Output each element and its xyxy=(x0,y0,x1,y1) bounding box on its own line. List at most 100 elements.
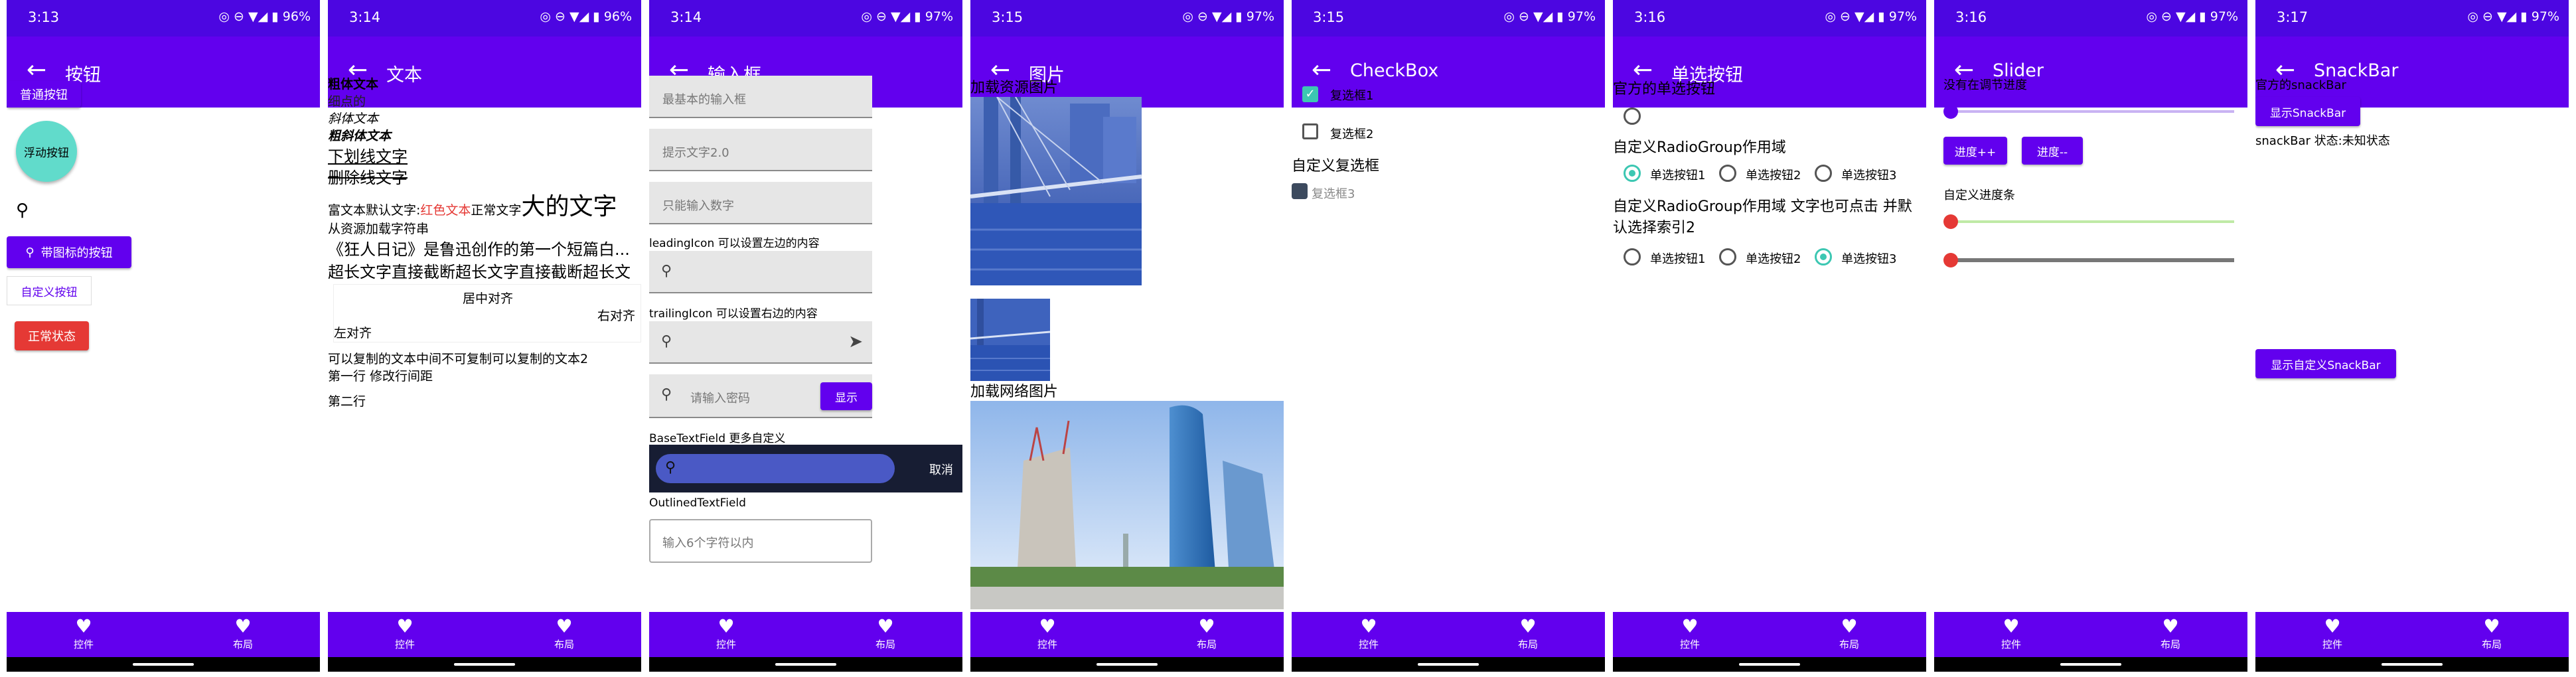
checkbox-2-label: 复选框2 xyxy=(1330,127,1374,141)
slider-status-text: 没有在调节进度 xyxy=(1943,78,2027,92)
bottom-nav: ♥ 控件 ♥ 布局 xyxy=(2255,612,2569,657)
back-arrow-icon[interactable]: ← xyxy=(27,56,46,84)
normal-button[interactable]: 普通按钮 xyxy=(7,81,81,108)
nav-layout[interactable]: ♥ 布局 xyxy=(2144,616,2197,651)
custom-slider-2-track[interactable] xyxy=(1950,258,2234,262)
number-input[interactable]: 只能输入数字 xyxy=(649,182,872,224)
status-bar: 3:14 ◎ ⊖ ▼◢ ▮ 96% xyxy=(328,0,641,37)
gesture-bar xyxy=(970,657,1284,672)
back-arrow-icon[interactable]: ← xyxy=(1312,56,1331,84)
status-time: 3:14 xyxy=(670,9,702,25)
left-text: 左对齐 xyxy=(334,326,372,340)
password-input[interactable]: ⚲ 请输入密码 显示 xyxy=(649,374,872,418)
status-bar: 3:16 ◎ ⊖ ▼◢ ▮ 97% xyxy=(1934,0,2247,37)
home-indicator[interactable] xyxy=(2382,663,2443,666)
nav-layout[interactable]: ♥ 布局 xyxy=(1823,616,1876,651)
icon-button-label: 带图标的按钮 xyxy=(40,246,113,260)
home-indicator[interactable] xyxy=(1097,663,1158,666)
slider-thumb[interactable] xyxy=(1943,104,1958,119)
gesture-bar xyxy=(328,657,641,672)
group1-radio-2[interactable] xyxy=(1719,165,1736,182)
status-time: 3:15 xyxy=(1313,9,1345,25)
screen-buttons: 3:13 ◎ ⊖ ▼◢ ▮ 96% ← 按钮 普通按钮 浮动按钮 ⚲ ⚲ 带图标的按钮… xyxy=(7,0,320,672)
status-battery: ◎ ⊖ ▼◢ ▮ 97% xyxy=(861,9,953,24)
progress-minus-button[interactable]: 进度-- xyxy=(2022,137,2083,165)
heart-icon: ♥ xyxy=(1360,615,1377,637)
nav-layout[interactable]: ♥ 布局 xyxy=(538,616,591,651)
group1-radio-2-label: 单选按钮2 xyxy=(1746,169,1801,183)
gesture-bar xyxy=(1934,657,2247,672)
screen-snackbar: 3:17 ◎ ⊖ ▼◢ ▮ 97% ← SnackBar 官方的snackBar 显… xyxy=(2255,0,2569,672)
strike-text: 删除线文字 xyxy=(328,169,408,187)
floating-action-button[interactable]: 浮动按钮 xyxy=(16,121,77,182)
slider-track[interactable] xyxy=(1950,110,2234,113)
nav-layout[interactable]: ♥ 布局 xyxy=(2465,616,2518,651)
nav-controls[interactable]: ♥ 控件 xyxy=(1985,616,2038,651)
nav-controls[interactable]: ♥ 控件 xyxy=(700,616,753,651)
custom-search-input[interactable]: ⚲ xyxy=(656,454,895,483)
custom-slider-2-thumb[interactable] xyxy=(1943,253,1958,267)
home-indicator[interactable] xyxy=(2060,663,2121,666)
cancel-button[interactable]: 取消 xyxy=(929,461,953,478)
show-password-button[interactable]: 显示 xyxy=(820,382,872,410)
network-image-label: 加载网络图片 xyxy=(970,384,1059,400)
page-title: 文本 xyxy=(386,65,422,86)
group1-radio-1[interactable] xyxy=(1624,165,1641,182)
gesture-bar xyxy=(2255,657,2569,672)
leading-icon-label: leadingIcon 可以设置左边的内容 xyxy=(649,237,820,250)
nav-layout[interactable]: ♥ 布局 xyxy=(859,616,912,651)
custom-button[interactable]: 自定义按钮 xyxy=(7,276,92,305)
status-time: 3:16 xyxy=(1955,9,1987,25)
home-indicator[interactable] xyxy=(454,663,515,666)
app-bar: ← Slider xyxy=(1934,37,2247,108)
search-icon: ⚲ xyxy=(25,245,35,260)
heart-icon: ♥ xyxy=(2162,615,2179,637)
nav-layout[interactable]: ♥ 布局 xyxy=(1180,616,1233,651)
official-radio[interactable] xyxy=(1624,108,1641,125)
line-one-text: 第一行 修改行间距 xyxy=(328,369,433,384)
send-icon[interactable]: ➤ xyxy=(848,332,863,352)
official-snackbar-title: 官方的snackBar xyxy=(2255,78,2346,92)
nav-controls[interactable]: ♥ 控件 xyxy=(57,616,110,651)
nav-controls[interactable]: ♥ 控件 xyxy=(2306,616,2359,651)
group2-radio-1-label[interactable]: 单选按钮1 xyxy=(1650,250,1705,267)
group2-radio-3-label[interactable]: 单选按钮3 xyxy=(1841,250,1896,267)
checkbox-1[interactable]: ✓ xyxy=(1302,86,1318,102)
nav-layout[interactable]: ♥ 布局 xyxy=(1501,616,1554,651)
checkbox-3[interactable] xyxy=(1292,183,1308,199)
group1-radio-3[interactable] xyxy=(1815,165,1832,182)
status-icons: ◎ ⊖ ▼◢ ▮ xyxy=(861,9,921,24)
heart-icon: ♥ xyxy=(1841,615,1858,637)
basic-input[interactable]: 最基本的输入框 xyxy=(649,76,872,118)
nav-controls[interactable]: ♥ 控件 xyxy=(378,616,431,651)
trailing-icon-input[interactable]: ⚲ ➤ xyxy=(649,321,872,364)
home-indicator[interactable] xyxy=(1418,663,1479,666)
custom-slider-1-thumb[interactable] xyxy=(1943,214,1958,229)
home-indicator[interactable] xyxy=(133,663,194,666)
nav-layout[interactable]: ♥ 布局 xyxy=(216,616,269,651)
icon-text-button[interactable]: ⚲ 带图标的按钮 xyxy=(7,236,131,268)
group2-radio-3[interactable] xyxy=(1815,248,1832,265)
nav-controls[interactable]: ♥ 控件 xyxy=(1663,616,1716,651)
outlined-input[interactable]: 输入6个字符以内 xyxy=(649,519,872,563)
screen-text: 3:14 ◎ ⊖ ▼◢ ▮ 96% ← 文本 粗体文本 细点的 斜体文本 粗斜体文本… xyxy=(328,0,641,672)
group2-radio-2-label[interactable]: 单选按钮2 xyxy=(1746,250,1801,267)
home-indicator[interactable] xyxy=(1739,663,1800,666)
progress-plus-button[interactable]: 进度++ xyxy=(1943,137,2007,165)
nav-controls[interactable]: ♥ 控件 xyxy=(1021,616,1074,651)
home-indicator[interactable] xyxy=(775,663,836,666)
selectable-text[interactable]: 可以复制的文本中间不可复制可以复制的文本2 xyxy=(328,349,588,367)
custom-checkbox-title: 自定义复选框 xyxy=(1292,158,1380,175)
screen-slider: 3:16 ◎ ⊖ ▼◢ ▮ 97% ← Slider 没有在调节进度 进度++ 进度… xyxy=(1934,0,2247,672)
show-snackbar-button[interactable]: 显示SnackBar xyxy=(2255,97,2360,126)
custom-slider-1-track[interactable] xyxy=(1950,220,2234,223)
group2-radio-1[interactable] xyxy=(1624,248,1641,265)
checkbox-2[interactable] xyxy=(1302,123,1318,139)
search-icon-button[interactable]: ⚲ xyxy=(16,200,29,220)
leading-icon-input[interactable]: ⚲ xyxy=(649,251,872,293)
hint-input[interactable]: 提示文字2.0 xyxy=(649,129,872,171)
nav-controls[interactable]: ♥ 控件 xyxy=(1342,616,1395,651)
group2-radio-2[interactable] xyxy=(1719,248,1736,265)
normal-state-button[interactable]: 正常状态 xyxy=(15,321,89,350)
show-custom-snackbar-button[interactable]: 显示自定义SnackBar xyxy=(2255,349,2396,378)
